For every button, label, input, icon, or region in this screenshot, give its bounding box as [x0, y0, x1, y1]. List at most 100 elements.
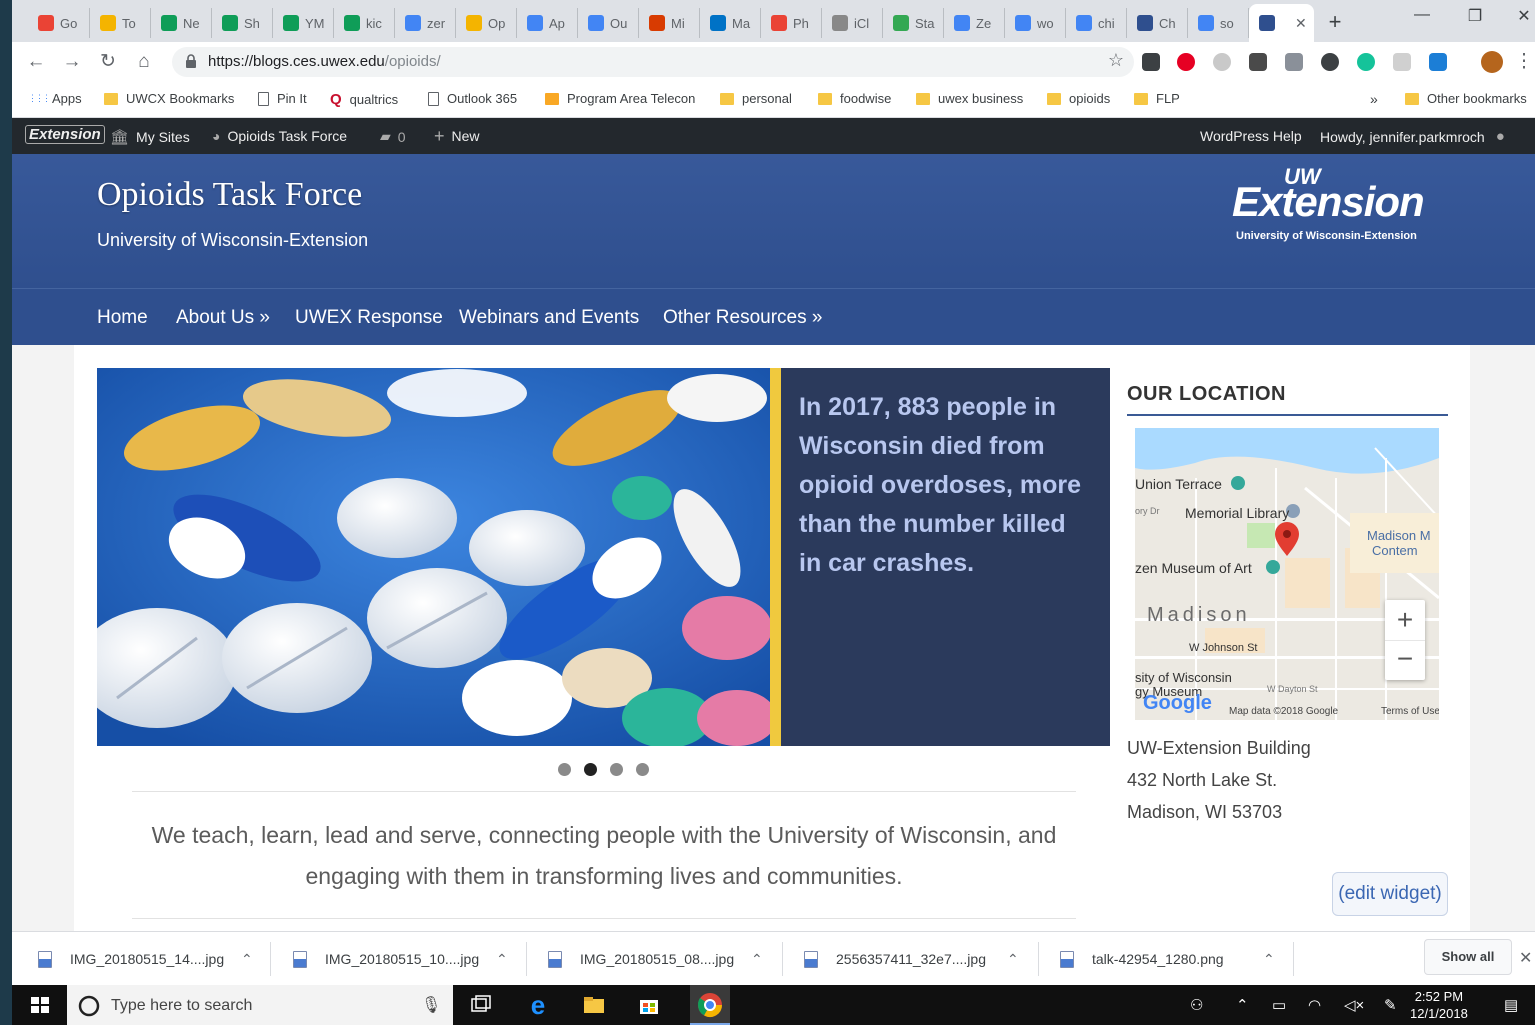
map-zoom-in-button[interactable]: + [1385, 600, 1425, 640]
new-tab-button[interactable]: + [1320, 8, 1350, 36]
google-map[interactable]: Union Terrace ory Dr Memorial Library Ma… [1135, 428, 1439, 720]
extension-gray-icon[interactable] [1393, 53, 1411, 71]
browser-tab[interactable]: iCl [822, 8, 883, 38]
minimize-button[interactable]: — [1402, 6, 1442, 24]
browser-tab[interactable]: YM [273, 8, 334, 38]
my-sites-menu[interactable]: 🏛 My Sites [110, 128, 190, 146]
nav-about-us[interactable]: About Us » [176, 307, 270, 329]
chrome-taskbar-icon[interactable] [690, 985, 730, 1025]
chevron-up-icon[interactable]: ⌃ [1263, 951, 1275, 968]
show-all-downloads-button[interactable]: Show all [1424, 939, 1512, 975]
extension-logo[interactable]: Extension [25, 125, 105, 144]
nav-uwex-response[interactable]: UWEX Response [295, 307, 443, 329]
site-name-menu[interactable]: ◕ Opioids Task Force [212, 128, 347, 144]
bookmark-qualtrics[interactable]: Qqualtrics [330, 91, 398, 108]
new-content-menu[interactable]: + New [434, 127, 480, 145]
browser-tab[interactable]: ✕ [1249, 4, 1314, 42]
bookmark-outlook-365[interactable]: Outlook 365 [428, 91, 517, 106]
smiley-icon[interactable] [1321, 53, 1339, 71]
trello-icon[interactable] [1429, 53, 1447, 71]
other-bookmarks[interactable]: Other bookmarks [1405, 91, 1527, 106]
bookmark-program-area-telecon[interactable]: Program Area Telecon [545, 91, 695, 106]
browser-tab[interactable]: so [1188, 8, 1249, 38]
edge-icon[interactable]: e [524, 991, 552, 1019]
browser-tab[interactable]: Ou [578, 8, 639, 38]
browser-tab[interactable]: Ze [944, 8, 1005, 38]
map-terms-link[interactable]: Terms of Use [1381, 706, 1439, 717]
volume-muted-icon[interactable]: ◁× [1344, 996, 1364, 1014]
nav-webinars-events[interactable]: Webinars and Events [459, 307, 639, 329]
browser-tab[interactable]: Op [456, 8, 517, 38]
browser-tab[interactable]: Ne [151, 8, 212, 38]
slider-dot-1[interactable] [558, 763, 571, 776]
taskbar-search-box[interactable]: Type here to search 🎙 [67, 985, 453, 1025]
browser-tab[interactable]: To [90, 8, 151, 38]
back-icon[interactable]: ← [24, 50, 48, 74]
browser-tab[interactable]: Mi [639, 8, 700, 38]
bookmark-opioids[interactable]: opioids [1047, 91, 1110, 106]
download-item-4[interactable]: 2556357411_32e7....jpg ⌃ [804, 932, 1019, 986]
browser-tab[interactable]: zer [395, 8, 456, 38]
close-downloads-icon[interactable]: ✕ [1519, 948, 1532, 968]
battery-icon[interactable]: ▭ [1272, 996, 1286, 1014]
browser-tab[interactable]: Go [28, 8, 90, 38]
bookmark-uwex-business[interactable]: uwex business [916, 91, 1023, 106]
pen-icon[interactable]: ✎ [1384, 996, 1397, 1014]
layers-icon[interactable] [1285, 53, 1303, 71]
system-clock[interactable]: 2:52 PM 12/1/2018 [1410, 988, 1468, 1022]
browser-tab[interactable]: Ch [1127, 8, 1188, 38]
task-view-icon[interactable] [467, 991, 495, 1019]
grammarly-icon[interactable] [1357, 53, 1375, 71]
pinterest-icon[interactable] [1177, 53, 1195, 71]
store-icon[interactable] [635, 991, 663, 1019]
site-title[interactable]: Opioids Task Force [97, 176, 362, 214]
browser-tab[interactable]: kic [334, 8, 395, 38]
nav-other-resources[interactable]: Other Resources » [663, 307, 822, 329]
browser-tab[interactable]: chi [1066, 8, 1127, 38]
browser-tab[interactable]: Ap [517, 8, 578, 38]
slider-dot-2[interactable] [584, 763, 597, 776]
bookmark-personal[interactable]: personal [720, 91, 792, 106]
chevron-up-icon[interactable]: ⌃ [751, 951, 763, 968]
bookmark-foodwise[interactable]: foodwise [818, 91, 891, 106]
file-explorer-icon[interactable] [580, 991, 608, 1019]
download-item-1[interactable]: IMG_20180515_14....jpg ⌃ [38, 932, 253, 986]
nav-home[interactable]: Home [97, 307, 148, 329]
browser-tab[interactable]: wo [1005, 8, 1066, 38]
account-menu[interactable]: Howdy, jennifer.parkmroch ● [1320, 128, 1505, 145]
chevron-up-icon[interactable]: ⌃ [1236, 996, 1249, 1014]
close-window-button[interactable]: ✕ [1504, 6, 1535, 26]
extension-icon[interactable] [1142, 53, 1160, 71]
bookmark-pin-it[interactable]: Pin It [258, 91, 307, 106]
browser-tab[interactable]: Sta [883, 8, 944, 38]
download-item-2[interactable]: IMG_20180515_10....jpg ⌃ [293, 932, 508, 986]
slider-dot-4[interactable] [636, 763, 649, 776]
address-bar[interactable]: https://blogs.ces.uwex.edu/opioids/ ☆ [172, 47, 1134, 77]
uw-extension-logo[interactable]: UW Extension University of Wisconsin-Ext… [1232, 164, 1442, 242]
edit-widget-button[interactable]: (edit widget) [1332, 872, 1448, 916]
browser-tab[interactable]: Ma [700, 8, 761, 38]
reload-icon[interactable]: ↻ [96, 50, 120, 74]
restore-button[interactable]: ❐ [1455, 6, 1495, 26]
wifi-icon[interactable]: ◠ [1308, 996, 1321, 1014]
bookmark-uwcx-bookmarks[interactable]: UWCX Bookmarks [104, 91, 234, 106]
extension-circle-icon[interactable] [1213, 53, 1231, 71]
forward-icon[interactable]: → [60, 50, 84, 74]
browser-tab[interactable]: Ph [761, 8, 822, 38]
download-item-5[interactable]: talk-42954_1280.png ⌃ [1060, 932, 1275, 986]
bookmark-apps[interactable]: ⋮⋮⋮ Apps [28, 91, 82, 106]
chevron-up-icon[interactable]: ⌃ [496, 951, 508, 968]
hero-slider[interactable]: In 2017, 883 people in Wisconsin died fr… [97, 368, 1110, 746]
browser-tab[interactable]: Sh [212, 8, 273, 38]
slider-dot-3[interactable] [610, 763, 623, 776]
menu-icon[interactable]: ⋮ [1512, 50, 1535, 74]
action-center-icon[interactable]: ▤ [1504, 996, 1518, 1014]
microphone-icon[interactable]: 🎙 [421, 995, 441, 1015]
pocket-icon[interactable] [1249, 53, 1267, 71]
comments-link[interactable]: ▰ 0 [380, 128, 406, 145]
wordpress-help-link[interactable]: WordPress Help [1200, 128, 1302, 144]
windows-start-icon[interactable] [26, 991, 54, 1019]
bookmark-flp[interactable]: FLP [1134, 91, 1180, 106]
avatar[interactable] [1481, 51, 1503, 73]
home-icon[interactable]: ⌂ [132, 50, 156, 74]
